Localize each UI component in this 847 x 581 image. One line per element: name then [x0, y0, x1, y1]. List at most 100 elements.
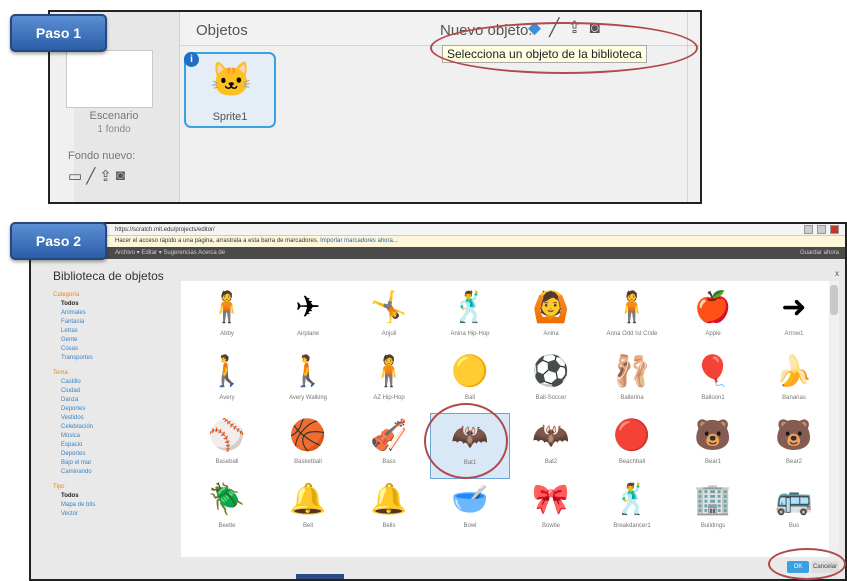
close-icon[interactable]: x — [835, 269, 839, 278]
category-item[interactable]: Bajo el mar — [53, 459, 173, 468]
sprite-tile-bowtie[interactable]: 🎀 Bowtie — [511, 477, 591, 543]
category-item[interactable]: Fantasía — [53, 318, 173, 327]
category-item[interactable]: Música — [53, 432, 173, 441]
sprite-icon: 🧍 — [613, 291, 651, 324]
sprite-label: Bowl — [463, 523, 477, 529]
sprite-label: Arrow1 — [784, 331, 804, 337]
upload-icon[interactable]: ⇪ — [567, 18, 581, 38]
category-item[interactable]: Transportes — [53, 354, 173, 363]
sprite-icon: 🍌 — [775, 355, 813, 388]
category-item[interactable]: Todos — [53, 300, 173, 309]
paint-brush-icon[interactable]: ╱ — [86, 167, 95, 185]
sprite-tile-bowl[interactable]: 🥣 Bowl — [430, 477, 510, 543]
category-item[interactable]: Vector — [53, 510, 173, 519]
sprite-label: Anina — [543, 331, 559, 337]
stage-thumbnail[interactable] — [66, 50, 153, 108]
sprite-tile-ball-soccer[interactable]: ⚽ Ball-Soccer — [511, 349, 591, 415]
category-item[interactable]: Danza — [53, 396, 173, 405]
scrollbar[interactable] — [829, 281, 839, 557]
scroll-thumb[interactable] — [830, 285, 838, 315]
upload-icon[interactable]: ⇪ — [99, 167, 112, 185]
step-1-badge: Paso 1 — [10, 14, 107, 52]
info-icon[interactable]: i — [184, 52, 199, 67]
category-item[interactable]: Espacio — [53, 441, 173, 450]
sprite-tile-bat2[interactable]: 🦇 Bat2 — [511, 413, 591, 479]
sprite-tile-bells[interactable]: 🔔 Bells — [349, 477, 429, 543]
taskbar-thumbnail — [296, 574, 344, 579]
sprite-tile-bear1[interactable]: 🐻 Bear1 — [673, 413, 753, 479]
sprite-label: Ball-Soccer — [535, 395, 567, 401]
sprite-tile-beachball[interactable]: 🔴 Beachball — [592, 413, 672, 479]
sprite-tile-airplane[interactable]: ✈ Airplane — [268, 285, 348, 351]
scratch-menubar: Archivo ▾ Editar ▾ Sugerencias Acerca de… — [31, 247, 845, 259]
sprite-icon: 🔔 — [289, 483, 327, 516]
sprite-tile-arrow1[interactable]: ➜ Arrow1 — [754, 285, 834, 351]
category-item[interactable]: Celebración — [53, 423, 173, 432]
sprite-tile-anna-odd-ist-cride[interactable]: 🧍 Anna Odd Ist Cride — [592, 285, 672, 351]
close-window-icon[interactable] — [830, 225, 839, 234]
sprite-tile-bass[interactable]: 🎻 Bass — [349, 413, 429, 479]
sprite-label: Ballerina — [620, 395, 644, 401]
new-backdrop-label: Fondo nuevo: — [68, 150, 136, 162]
sprite-tile-bear2[interactable]: 🐻 Bear2 — [754, 413, 834, 479]
sprite-tile-ballerina[interactable]: 🩰 Ballerina — [592, 349, 672, 415]
ok-button[interactable]: OK — [787, 561, 809, 573]
sprite-tile-breakdancer1[interactable]: 🕺 Breakdancer1 — [592, 477, 672, 543]
sprite-tile-buildings[interactable]: 🏢 Buildings — [673, 477, 753, 543]
category-item[interactable]: Castillo — [53, 378, 173, 387]
category-item[interactable]: Todos — [53, 492, 173, 501]
sprite-tile-balloon1[interactable]: 🎈 Balloon1 — [673, 349, 753, 415]
category-item[interactable]: Deportes — [53, 405, 173, 414]
sprite-library-icon[interactable]: ◆ — [528, 18, 541, 38]
camera-icon[interactable]: ◙ — [590, 18, 600, 38]
cancel-button[interactable]: Cancelar — [811, 561, 839, 573]
sprite-tile-anjuli[interactable]: 🤸 Anjuli — [349, 285, 429, 351]
sprite-tile-apple[interactable]: 🍎 Apple — [673, 285, 753, 351]
sprite-tile-beetle[interactable]: 🪲 Beetle — [187, 477, 267, 543]
sprite-tile-bus[interactable]: 🚌 Bus — [754, 477, 834, 543]
category-item[interactable]: Vestidos — [53, 414, 173, 423]
address-url[interactable]: https://scratch.mit.edu/projects/editor/ — [115, 227, 215, 233]
sprite-tile-basketball[interactable]: 🏀 Basketball — [268, 413, 348, 479]
sprite-label: Bass — [382, 459, 396, 465]
sprite-label: Basketball — [294, 459, 322, 465]
maximize-icon[interactable] — [817, 225, 826, 234]
category-item[interactable]: Animales — [53, 309, 173, 318]
category-item[interactable]: Gente — [53, 336, 173, 345]
camera-icon[interactable]: ◙ — [116, 167, 125, 185]
sprite-tile-anina[interactable]: 🙆 Anina — [511, 285, 591, 351]
sprite-tile-bananas[interactable]: 🍌 Bananas — [754, 349, 834, 415]
sprite-tile-baseball[interactable]: ⚾ Baseball — [187, 413, 267, 479]
sprite-label: Anina Hip-Hop — [450, 331, 490, 337]
category-item[interactable]: Cosas — [53, 345, 173, 354]
sprite-label: Buildings — [700, 523, 726, 529]
sprite-label: Bat1 — [463, 460, 477, 466]
minimize-icon[interactable] — [804, 225, 813, 234]
sprite-tile-avery-walking[interactable]: 🚶 Avery Walking — [268, 349, 348, 415]
backdrop-library-icon[interactable]: ▭ — [68, 167, 82, 185]
category-item[interactable]: Mapa de bits — [53, 501, 173, 510]
menubar-items[interactable]: Archivo ▾ Editar ▾ Sugerencias Acerca de — [115, 250, 225, 256]
sprite-label: Airplane — [296, 331, 319, 337]
sprite-icon: 🐻 — [694, 419, 732, 452]
category-item[interactable]: Deportes — [53, 450, 173, 459]
sprite-tile-bat1[interactable]: 🦇 Bat1 — [430, 413, 510, 479]
sprite-tile-avery[interactable]: 🚶 Avery — [187, 349, 267, 415]
sprite-tile-abby[interactable]: 🧍 Abby — [187, 285, 267, 351]
category-item[interactable]: Caminando — [53, 468, 173, 477]
menubar-right[interactable]: Guardar ahora — [800, 247, 839, 259]
sprite-tile-ball[interactable]: 🟡 Ball — [430, 349, 510, 415]
category-item[interactable]: Letras — [53, 327, 173, 336]
paint-brush-icon[interactable]: ╱ — [549, 18, 559, 38]
sprite-tile-az-hip-hop[interactable]: 🧍 AZ Hip-Hop — [349, 349, 429, 415]
sprite-icon: ✈ — [295, 291, 321, 324]
address-bar[interactable]: https://scratch.mit.edu/projects/editor/ — [31, 224, 845, 236]
sprite-icon: 🪲 — [208, 483, 246, 516]
sprite-tile-anina-hip-hop[interactable]: 🕺 Anina Hip-Hop — [430, 285, 510, 351]
import-bookmarks-link[interactable]: Importar marcadores ahora... — [320, 238, 398, 244]
category-item[interactable]: Ciudad — [53, 387, 173, 396]
sprite-thumbnail[interactable]: i 🐱 Sprite1 — [184, 52, 276, 128]
sprite-tile-bell[interactable]: 🔔 Bell — [268, 477, 348, 543]
sprite-icon: 🙆 — [532, 291, 570, 324]
sprite-icon: 🕺 — [613, 483, 651, 516]
